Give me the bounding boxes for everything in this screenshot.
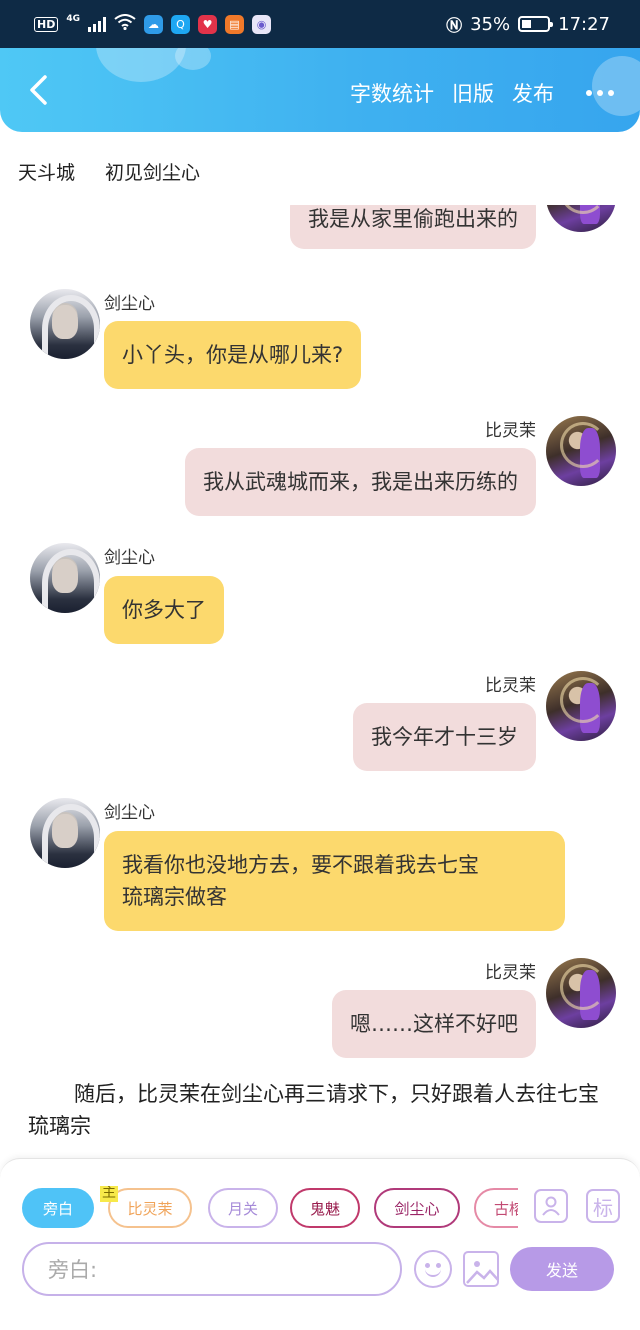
network-type: 4G xyxy=(66,14,80,24)
message-input[interactable]: 旁白: xyxy=(22,1242,402,1296)
avatar-bilingmo[interactable] xyxy=(546,958,616,1028)
hd-badge: HD xyxy=(34,16,59,32)
message-bubble[interactable]: 我看你也没地方去，要不跟着我去七宝 琉璃宗做客 xyxy=(104,831,565,931)
send-button[interactable]: 发送 xyxy=(510,1247,614,1291)
message-bubble[interactable]: 你多大了 xyxy=(104,576,224,644)
publish-button[interactable]: 发布 xyxy=(512,78,554,108)
tag-icon[interactable]: 标 xyxy=(586,1189,620,1223)
character-icon[interactable] xyxy=(534,1189,568,1223)
chapter-label[interactable]: 初见剑尘心 xyxy=(105,158,200,185)
battery-icon xyxy=(518,16,554,32)
message-line: 我看你也没地方去，要不跟着我去七宝 xyxy=(122,853,479,877)
role-gurong[interactable]: 古榕 xyxy=(474,1188,518,1228)
word-count-button[interactable]: 字数统计 xyxy=(350,78,434,108)
wifi-icon xyxy=(114,14,136,34)
message-bubble[interactable]: 我今年才十三岁 xyxy=(353,703,536,771)
weather-icon: ☁ xyxy=(144,14,163,34)
role-bilingmo[interactable]: 比灵茉 xyxy=(108,1188,192,1228)
status-bar: HD 4G ☁ Q ♥ ▤ ◉ Ⓝ 35% 17:27 xyxy=(0,0,640,48)
chevron-left-icon xyxy=(30,75,47,105)
speaker-name: 剑尘心 xyxy=(104,294,155,314)
message-bubble[interactable]: 我从武魂城而来，我是出来历练的 xyxy=(185,448,536,516)
battery-percent: 35% xyxy=(470,13,511,35)
message-bubble[interactable]: 小丫头，你是从哪儿来? xyxy=(104,321,362,389)
avatar-jianchenxin[interactable] xyxy=(30,289,100,359)
role-yueguan[interactable]: 月关 xyxy=(208,1188,278,1228)
search-app-icon: Q xyxy=(171,14,190,34)
speaker-name: 比灵茉 xyxy=(485,963,536,983)
decor-bubble xyxy=(96,48,186,82)
heart-app-icon: ♥ xyxy=(198,14,217,34)
back-button[interactable] xyxy=(18,70,58,110)
speaker-name: 剑尘心 xyxy=(104,803,155,823)
chat-area[interactable]: 我是从家里偷跑出来的 剑尘心 小丫头，你是从哪儿来? 比灵茉 我从武魂城而来，我… xyxy=(0,205,640,1155)
composer-panel: 旁白 比灵茉 月关 鬼魅 剑尘心 古榕 主 标 旁白: 发送 xyxy=(0,1158,640,1330)
speaker-name: 比灵茉 xyxy=(485,421,536,441)
more-icon[interactable] xyxy=(586,90,614,96)
clock: 17:27 xyxy=(558,13,610,35)
emoji-icon[interactable] xyxy=(414,1250,452,1288)
avatar-jianchenxin[interactable] xyxy=(30,798,100,868)
photo-app-icon: ◉ xyxy=(252,14,271,34)
role-narrator[interactable]: 旁白 xyxy=(22,1188,94,1228)
message-line: 琉璃宗做客 xyxy=(122,885,227,909)
old-version-button[interactable]: 旧版 xyxy=(452,78,494,108)
message-bubble[interactable]: 嗯……这样不好吧 xyxy=(332,990,536,1058)
location-label[interactable]: 天斗城 xyxy=(18,158,75,185)
app-header: 字数统计 旧版 发布 xyxy=(0,48,640,132)
avatar-bilingmo[interactable] xyxy=(546,671,616,741)
decor-bubble xyxy=(175,48,211,70)
image-icon[interactable] xyxy=(463,1251,499,1287)
role-jianchenxin[interactable]: 剑尘心 xyxy=(374,1188,460,1228)
role-guimei[interactable]: 鬼魅 xyxy=(290,1188,360,1228)
narration-text[interactable]: 随后，比灵茉在剑尘心再三请求下，只好跟着人去往七宝琉璃宗 xyxy=(28,1078,618,1142)
main-character-tag: 主 xyxy=(100,1186,118,1202)
avatar-jianchenxin[interactable] xyxy=(30,543,100,613)
speaker-name: 比灵茉 xyxy=(485,676,536,696)
role-selector[interactable]: 旁白 比灵茉 月关 鬼魅 剑尘心 古榕 主 xyxy=(22,1186,518,1232)
breadcrumb: 天斗城 初见剑尘心 xyxy=(18,158,200,185)
signal-icon xyxy=(88,16,106,32)
avatar-bilingmo[interactable] xyxy=(546,416,616,486)
nfc-icon: Ⓝ xyxy=(446,16,463,35)
speaker-name: 剑尘心 xyxy=(104,548,155,568)
message-bubble[interactable]: 我是从家里偷跑出来的 xyxy=(290,205,536,249)
avatar-bilingmo[interactable] xyxy=(546,205,616,232)
grid-app-icon: ▤ xyxy=(225,14,244,34)
